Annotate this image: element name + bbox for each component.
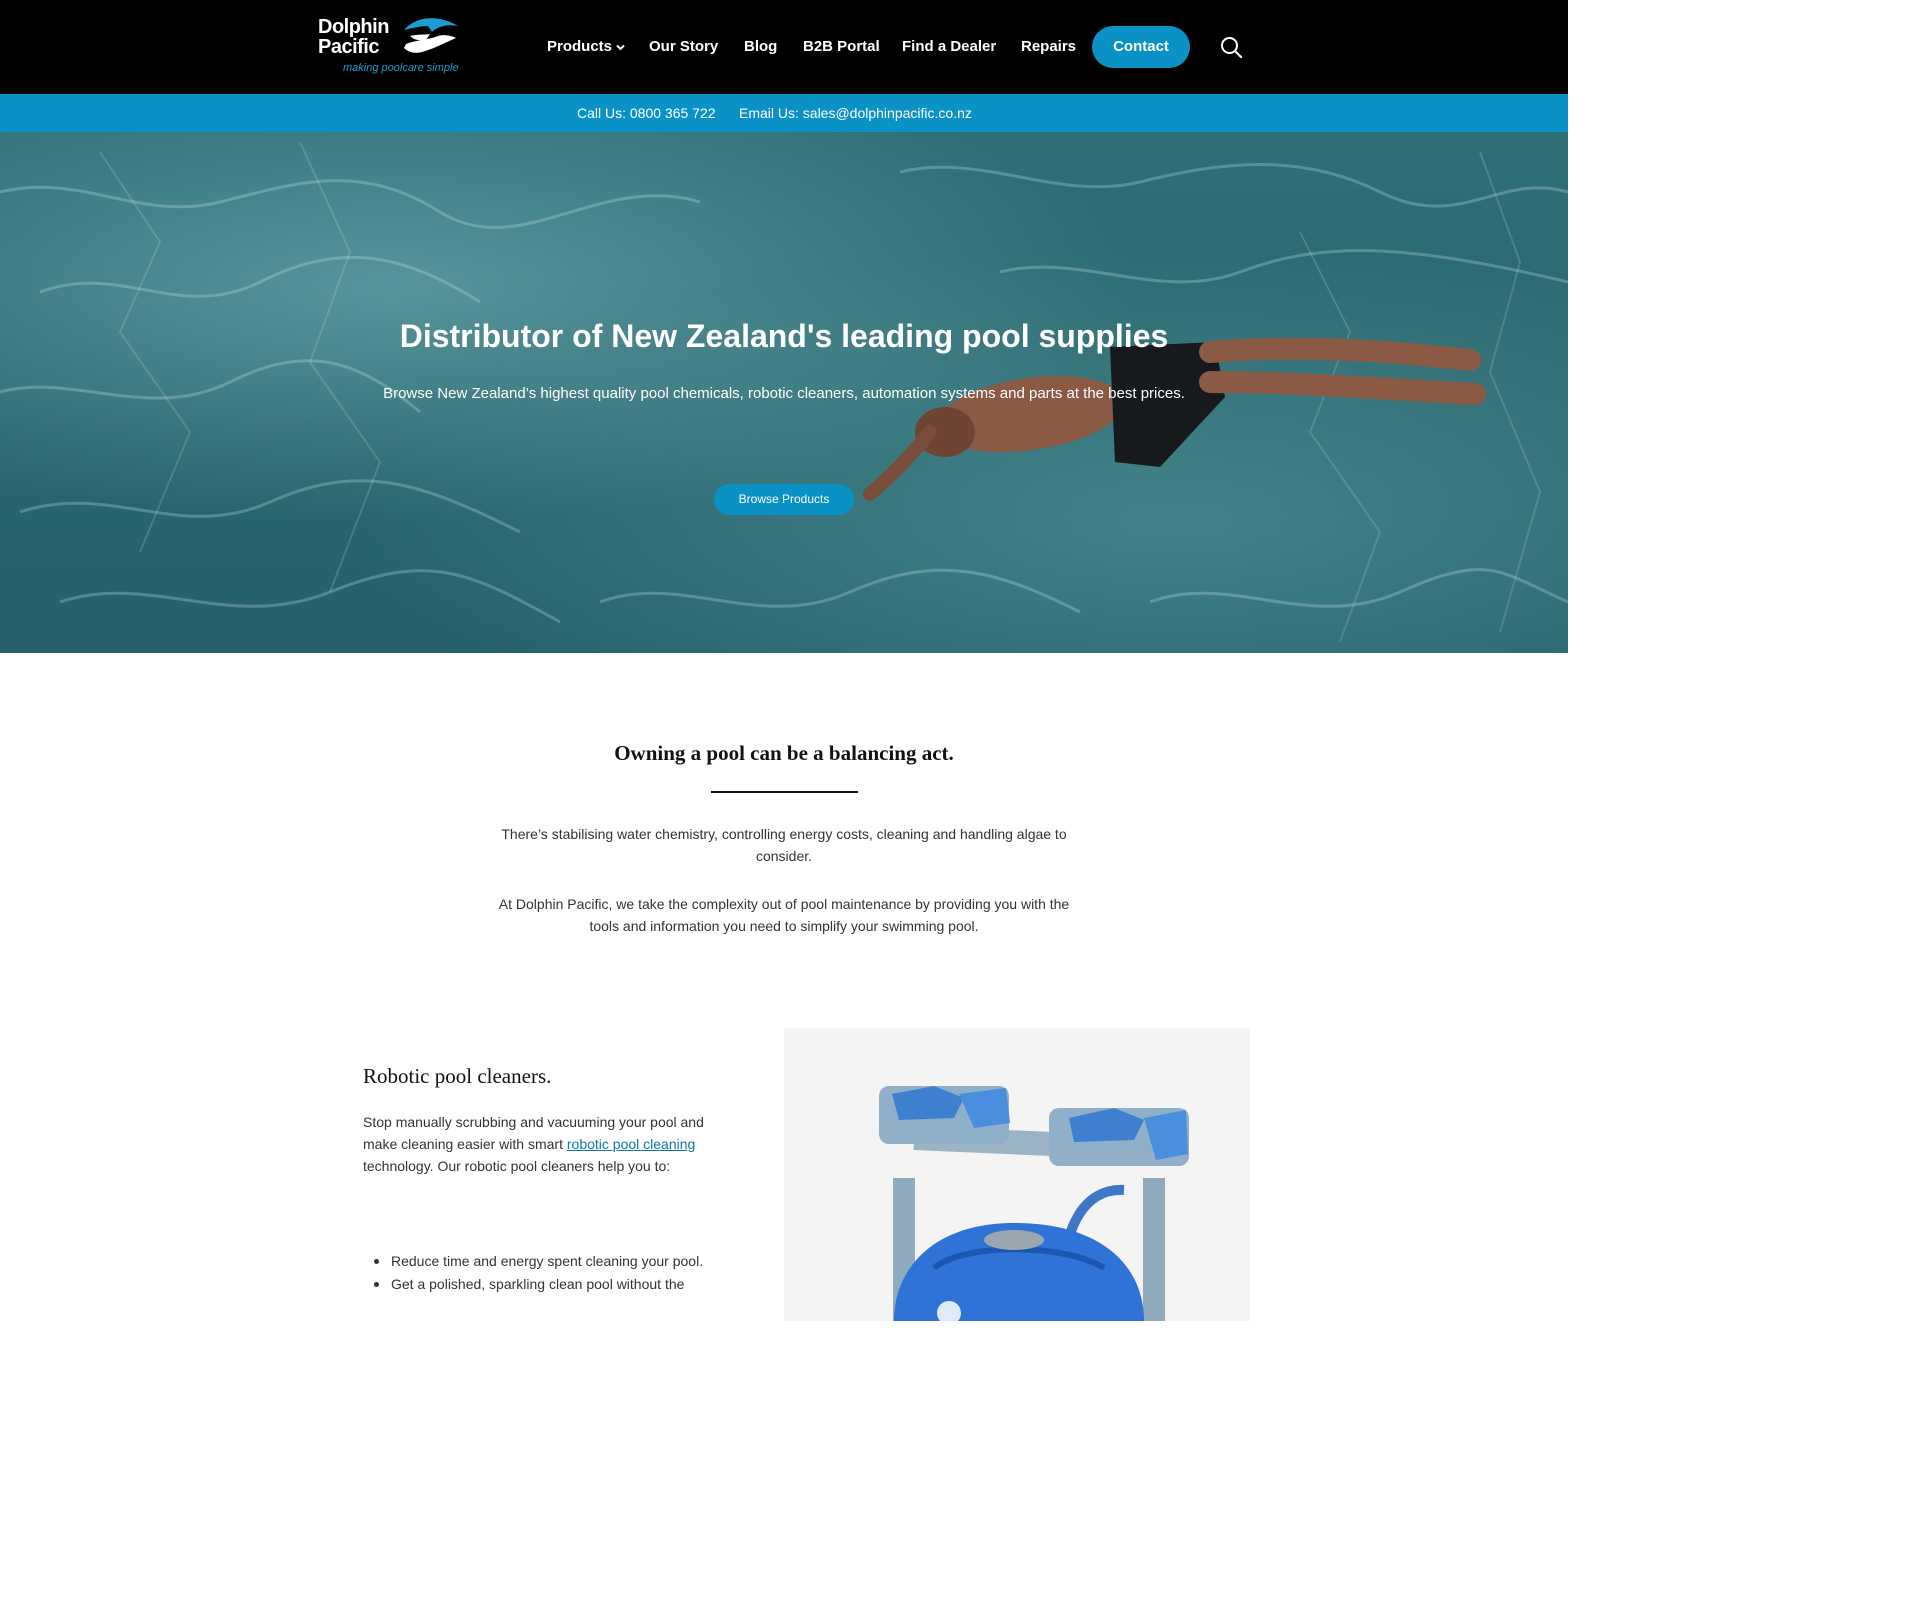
nav-item-repairs[interactable]: Repairs [1021,36,1076,58]
robotic-text-after: technology. Our robotic pool cleaners he… [363,1158,671,1174]
hero-title: Distributor of New Zealand's leading poo… [399,318,1169,354]
robotic-pool-cleaner-illustration [879,1086,1189,1321]
hero-banner: Distributor of New Zealand's leading poo… [0,132,1568,653]
contact-button[interactable]: Contact [1092,26,1190,68]
contact-info-bar: Call Us: 0800 365 722 Email Us: sales@do… [0,94,1568,132]
nav-item-blog[interactable]: Blog [744,36,777,58]
chevron-down-icon [616,44,625,50]
main-nav: Products Our Story Blog B2B Portal Find … [0,36,1568,58]
nav-item-find-a-dealer[interactable]: Find a Dealer [902,36,996,58]
intro-divider [711,791,858,793]
site-header: Dolphin Pacific making poolcare simple P… [0,0,1568,94]
robotic-cleaners-heading: Robotic pool cleaners. [363,1064,552,1088]
list-item: Reduce time and energy spent cleaning yo… [363,1250,731,1272]
robotic-benefits-list: Reduce time and energy spent cleaning yo… [363,1250,731,1296]
list-item: Get a polished, sparkling clean pool wit… [363,1273,731,1295]
swimmer-figure [863,337,1486,501]
search-icon[interactable] [1219,35,1243,59]
nav-item-our-story[interactable]: Our Story [649,36,718,58]
hero-subtitle: Browse New Zealand’s highest quality poo… [383,385,1185,402]
robotic-cleaner-product-image [784,1028,1250,1321]
logo-word-dolphin: Dolphin [318,16,389,38]
nav-item-b2b-portal[interactable]: B2B Portal [803,36,880,58]
nav-item-products[interactable]: Products [547,36,625,58]
browse-products-button[interactable]: Browse Products [714,484,854,515]
robotic-cleaners-paragraph: Stop manually scrubbing and vacuuming yo… [363,1111,731,1177]
intro-heading: Owning a pool can be a balancing act. [614,741,954,765]
intro-paragraph-2: At Dolphin Pacific, we take the complexi… [498,896,1070,934]
logo-tagline: making poolcare simple [343,62,459,74]
email-us-link[interactable]: Email Us: sales@dolphinpacific.co.nz [739,94,972,132]
nav-item-label: Products [547,38,613,55]
call-us-link[interactable]: Call Us: 0800 365 722 [577,94,716,132]
robotic-pool-cleaning-link[interactable]: robotic pool cleaning [567,1136,695,1152]
intro-paragraph-1: There’s stabilising water chemistry, con… [501,826,1067,864]
